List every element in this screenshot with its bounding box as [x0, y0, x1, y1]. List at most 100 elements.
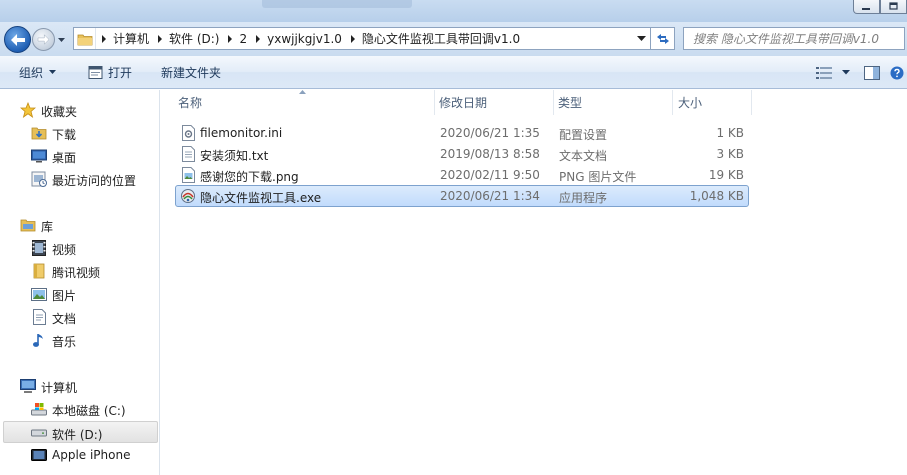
- text-file-icon: [180, 146, 196, 162]
- ini-file-icon: [180, 125, 196, 141]
- iphone-icon: [31, 447, 47, 463]
- file-size: 3 KB: [716, 147, 744, 161]
- breadcrumb-chevron-icon[interactable]: [250, 28, 266, 49]
- nav-favorites-label: 收藏夹: [41, 105, 78, 119]
- breadcrumb-computer[interactable]: 计算机: [112, 28, 152, 49]
- nav-libraries[interactable]: 库: [0, 214, 159, 236]
- file-type: 配置设置: [559, 128, 608, 142]
- column-divider[interactable]: [434, 90, 435, 115]
- recent-places-icon: [31, 171, 47, 187]
- nav-item-videos[interactable]: 视频: [0, 237, 159, 259]
- minimize-icon: [862, 7, 870, 10]
- file-modified: 2019/08/13 8:58: [440, 147, 540, 161]
- open-window-icon: [88, 66, 103, 79]
- breadcrumb-folder-yxwjjkgj[interactable]: yxwjjkgjv1.0: [266, 28, 345, 49]
- maximize-icon: [889, 2, 898, 10]
- help-button[interactable]: [887, 63, 907, 83]
- breadcrumb-drive-d[interactable]: 软件 (D:): [168, 28, 222, 49]
- nav-item-pictures[interactable]: 图片: [0, 283, 159, 305]
- file-row[interactable]: filemonitor.ini 2020/06/21 1:35 配置设置 1 K…: [175, 122, 749, 144]
- preview-pane-button[interactable]: [857, 63, 887, 83]
- file-name: 隐心文件监视工具.exe: [200, 191, 322, 205]
- column-divider[interactable]: [672, 90, 673, 115]
- chevron-down-icon: [49, 70, 57, 74]
- libraries-icon: [20, 217, 36, 233]
- breadcrumb-label: 2: [239, 31, 248, 46]
- music-icon: [31, 332, 47, 348]
- breadcrumb-folder-2[interactable]: 2: [238, 28, 250, 49]
- file-modified: 2020/06/21 1:34: [440, 189, 540, 203]
- help-icon: [890, 66, 904, 79]
- nav-item-label: 本地磁盘 (C:): [52, 404, 126, 418]
- breadcrumb-chevron-icon[interactable]: [222, 28, 238, 49]
- nav-item-recent-places[interactable]: 最近访问的位置: [0, 168, 159, 190]
- address-history-dropdown[interactable]: [632, 28, 650, 49]
- search-input[interactable]: [693, 31, 893, 46]
- nav-computer[interactable]: 计算机: [0, 375, 159, 397]
- nav-favorites[interactable]: 收藏夹: [0, 99, 159, 121]
- column-divider[interactable]: [751, 90, 752, 115]
- nav-item-drive-c[interactable]: 本地磁盘 (C:): [0, 398, 159, 420]
- open-button[interactable]: 打开: [88, 56, 132, 89]
- nav-item-drive-d[interactable]: 软件 (D:): [3, 421, 158, 443]
- nav-item-label: 最近访问的位置: [52, 174, 137, 188]
- new-folder-button[interactable]: 新建文件夹: [161, 56, 221, 89]
- nav-item-label: 软件 (D:): [52, 428, 103, 442]
- change-view-button[interactable]: [813, 63, 835, 83]
- column-header-modified[interactable]: 修改日期: [439, 90, 553, 115]
- address-bar-row: 计算机 软件 (D:) 2 yxwjjkgjv1.0 隐心文件监视工具带回调v1…: [0, 22, 907, 56]
- column-header-name[interactable]: 名称: [178, 90, 434, 115]
- breadcrumb-current-folder[interactable]: 隐心文件监视工具带回调v1.0: [361, 28, 523, 49]
- breadcrumb-chevron-icon[interactable]: [96, 28, 112, 49]
- back-button[interactable]: [4, 26, 31, 53]
- column-divider[interactable]: [553, 90, 554, 115]
- breadcrumb-chevron-icon[interactable]: [345, 28, 361, 49]
- star-icon: [20, 102, 36, 118]
- file-name: filemonitor.ini: [200, 126, 283, 140]
- nav-item-tencent-video[interactable]: 腾讯视频: [0, 260, 159, 282]
- drive-icon: [31, 425, 47, 441]
- videos-icon: [31, 240, 47, 256]
- forward-button[interactable]: [32, 28, 55, 51]
- exe-app-icon: [180, 188, 196, 204]
- new-folder-label: 新建文件夹: [161, 66, 222, 80]
- open-label: 打开: [108, 66, 133, 80]
- maximize-button[interactable]: [880, 0, 907, 14]
- column-header-size[interactable]: 大小: [678, 90, 751, 115]
- file-row[interactable]: 感谢您的下载.png 2020/02/11 9:50 PNG 图片文件 19 K…: [175, 164, 749, 186]
- nav-item-desktop[interactable]: 桌面: [0, 145, 159, 167]
- nav-item-label: 音乐: [52, 335, 77, 349]
- minimize-button[interactable]: [853, 0, 880, 14]
- nav-item-documents[interactable]: 文档: [0, 306, 159, 328]
- search-box[interactable]: [683, 27, 905, 50]
- address-bar[interactable]: 计算机 软件 (D:) 2 yxwjjkgjv1.0 隐心文件监视工具带回调v1…: [73, 27, 651, 50]
- organize-label: 组织: [19, 66, 44, 80]
- png-file-icon: [180, 167, 196, 183]
- refresh-button[interactable]: [651, 27, 675, 50]
- file-type: 应用程序: [559, 191, 608, 205]
- column-header-label: 类型: [558, 96, 583, 110]
- file-name: 安装须知.txt: [200, 149, 269, 163]
- file-list-view: 名称 修改日期 类型 大小 filemonitor.ini 2020/06/21…: [161, 90, 907, 475]
- folder-icon: [74, 28, 96, 49]
- window-title-bar: [0, 0, 907, 22]
- chevron-down-icon: [842, 70, 850, 75]
- nav-item-label: Apple iPhone: [52, 448, 131, 462]
- organize-button[interactable]: 组织: [19, 56, 57, 89]
- breadcrumb-chevron-icon[interactable]: [152, 28, 168, 49]
- nav-item-music[interactable]: 音乐: [0, 329, 159, 351]
- system-drive-icon: [31, 401, 47, 417]
- nav-item-apple-iphone[interactable]: Apple iPhone: [0, 444, 159, 466]
- nav-item-label: 视频: [52, 243, 77, 257]
- chevron-down-icon[interactable]: [57, 35, 66, 44]
- file-row-selected[interactable]: 隐心文件监视工具.exe 2020/06/21 1:34 应用程序 1,048 …: [175, 185, 749, 207]
- column-header-type[interactable]: 类型: [558, 90, 672, 115]
- downloads-folder-icon: [31, 125, 47, 141]
- file-row[interactable]: 安装须知.txt 2019/08/13 8:58 文本文档 3 KB: [175, 143, 749, 165]
- view-options-dropdown[interactable]: [835, 63, 857, 83]
- nav-item-label: 图片: [52, 289, 77, 303]
- nav-libraries-label: 库: [41, 220, 54, 234]
- nav-computer-label: 计算机: [41, 381, 78, 395]
- nav-item-downloads[interactable]: 下载: [0, 122, 159, 144]
- computer-icon: [20, 378, 36, 394]
